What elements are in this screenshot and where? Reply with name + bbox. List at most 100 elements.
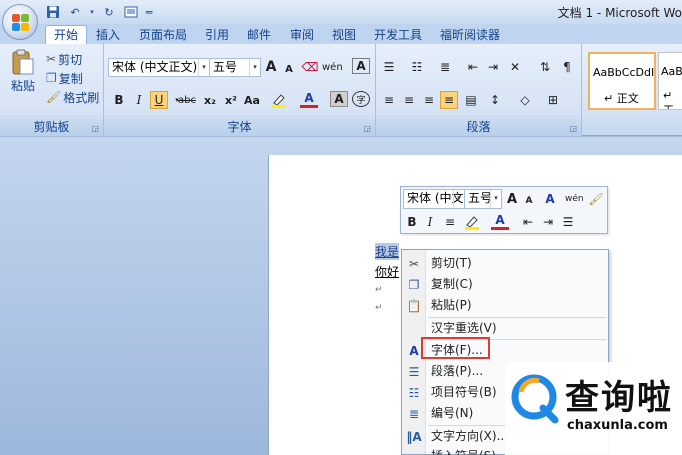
- text-line-2[interactable]: 你好: [375, 263, 399, 280]
- increase-indent-icon[interactable]: ⇥: [484, 58, 502, 76]
- bold-button[interactable]: B: [403, 213, 421, 231]
- distributed-icon[interactable]: ▤: [462, 91, 480, 109]
- multilevel-list-icon[interactable]: ≣: [436, 58, 454, 76]
- tab-page-layout[interactable]: 页面布局: [139, 26, 187, 44]
- borders-icon[interactable]: ⊞: [544, 91, 562, 109]
- chinese-layout-icon[interactable]: ✕: [506, 58, 524, 76]
- menu-item-label: 项目符号(B): [431, 385, 497, 399]
- font-name-combo[interactable]: 宋体 (中文正文) ▾: [108, 58, 210, 77]
- format-painter-button[interactable]: 🖌 格式刷: [46, 88, 99, 106]
- menu-item-paste[interactable]: 📋 粘贴(P): [402, 295, 608, 316]
- italic-button[interactable]: I: [130, 91, 148, 109]
- cut-label: 剪切: [58, 52, 83, 67]
- enclose-char-button[interactable]: 字: [352, 91, 370, 107]
- char-border-button[interactable]: A: [352, 58, 370, 74]
- office-button[interactable]: [2, 4, 38, 40]
- tab-references[interactable]: 引用: [205, 26, 229, 44]
- justify-icon[interactable]: ≡: [440, 91, 458, 109]
- highlight-color-button[interactable]: [270, 91, 288, 109]
- menu-item-copy[interactable]: ❐ 复制(C): [402, 274, 608, 295]
- customize-qat-icon[interactable]: ═: [144, 4, 154, 20]
- decrease-indent-icon[interactable]: ⇤: [519, 213, 537, 231]
- sort-icon[interactable]: ⇅: [536, 58, 554, 76]
- dialog-launcher-icon[interactable]: ◲: [91, 124, 99, 133]
- clear-format-icon[interactable]: ⌫: [301, 58, 319, 76]
- decrease-indent-icon[interactable]: ⇤: [464, 58, 482, 76]
- dialog-launcher-icon[interactable]: ◲: [569, 124, 577, 133]
- office-logo-icon: [12, 14, 30, 32]
- tab-home[interactable]: 开始: [45, 25, 88, 44]
- highlighter-icon: [272, 94, 286, 108]
- underline-button[interactable]: U: [150, 91, 168, 109]
- phonetic-guide-button[interactable]: wén: [565, 190, 584, 208]
- align-right-icon[interactable]: ≡: [420, 91, 438, 109]
- font-color-button[interactable]: A: [300, 90, 318, 108]
- increase-indent-icon[interactable]: ⇥: [539, 213, 557, 231]
- numbering-icon[interactable]: ☷: [408, 58, 426, 76]
- dropdown-arrow-icon[interactable]: ▾: [88, 4, 96, 20]
- char-shading-button[interactable]: A: [330, 91, 348, 107]
- dialog-launcher-icon[interactable]: ◲: [363, 124, 371, 133]
- undo-icon[interactable]: ↶: [66, 4, 84, 20]
- shrink-font-button[interactable]: A: [520, 192, 538, 210]
- tab-review[interactable]: 审阅: [290, 26, 314, 44]
- subscript-button[interactable]: x₂: [201, 91, 219, 109]
- show-marks-icon[interactable]: ¶: [558, 58, 576, 76]
- tab-developer[interactable]: 开发工具: [374, 26, 422, 44]
- highlighter-icon[interactable]: [463, 213, 481, 231]
- font-color-button[interactable]: A: [491, 212, 509, 230]
- style-name: ↵ 正文: [604, 92, 639, 105]
- change-case-button[interactable]: Aa: [243, 91, 261, 109]
- superscript-button[interactable]: x²: [222, 91, 240, 109]
- align-left-icon[interactable]: ≡: [380, 91, 398, 109]
- ribbon-tab-bar: 开始 插入 页面布局 引用 邮件 审阅 视图 开发工具 福昕阅读器: [0, 24, 682, 44]
- mini-size-combo[interactable]: 五号 ▾: [464, 189, 502, 209]
- line-spacing-icon[interactable]: ↕: [486, 91, 504, 109]
- strikethrough-button[interactable]: abc: [178, 91, 196, 109]
- bullets-icon[interactable]: ☰: [559, 213, 577, 231]
- italic-button[interactable]: I: [421, 213, 439, 231]
- center-align-icon[interactable]: ≡: [441, 213, 459, 231]
- paste-icon: [12, 49, 34, 75]
- align-center-icon[interactable]: ≡: [400, 91, 418, 109]
- styles-icon[interactable]: A: [541, 190, 559, 208]
- menu-item-label: 复制(C): [431, 277, 473, 291]
- shading-icon[interactable]: ◇: [516, 91, 534, 109]
- bullets-icon[interactable]: ☰: [380, 58, 398, 76]
- tab-insert[interactable]: 插入: [96, 26, 120, 44]
- menu-item-label: 粘贴(P): [431, 298, 472, 312]
- menu-item-cut[interactable]: ✂ 剪切(T): [402, 253, 608, 274]
- style-normal[interactable]: AaBbCcDdI ↵ 正文: [588, 52, 656, 110]
- grow-font-button[interactable]: A: [503, 190, 521, 208]
- save-icon[interactable]: [44, 4, 62, 20]
- paste-button[interactable]: 粘贴: [6, 48, 40, 100]
- grow-font-button[interactable]: A: [262, 58, 280, 76]
- clipboard-group: 粘贴 ✂ 剪切 ❐ 复制 🖌 格式刷 剪贴板 ◲: [0, 44, 104, 136]
- format-painter-icon[interactable]: 🖌: [587, 190, 605, 208]
- tab-foxit-reader[interactable]: 福昕阅读器: [440, 26, 500, 44]
- menu-item-label: 剪切(T): [431, 256, 472, 270]
- paste-label: 粘贴: [10, 79, 35, 93]
- mini-size-value: 五号: [468, 191, 493, 205]
- bold-button[interactable]: B: [110, 91, 128, 109]
- tab-mailings[interactable]: 邮件: [247, 26, 271, 44]
- copy-button[interactable]: ❐ 复制: [46, 69, 83, 87]
- mini-font-combo[interactable]: 宋体 (中⽂ ▾: [403, 189, 465, 209]
- tab-view[interactable]: 视图: [332, 26, 356, 44]
- style-no-spacing[interactable]: AaBb ↵ 无: [658, 52, 682, 110]
- font-size-combo[interactable]: 五号 ▾: [209, 58, 261, 77]
- paragraph-group-label: 段落: [376, 119, 581, 136]
- cut-button[interactable]: ✂ 剪切: [46, 50, 82, 68]
- phonetic-guide-button[interactable]: wén: [322, 58, 343, 76]
- style-name: ↵ 无: [663, 89, 674, 109]
- menu-item-label: 编号(N): [431, 406, 474, 420]
- shrink-font-button[interactable]: A: [280, 60, 298, 78]
- selected-text[interactable]: 我是: [375, 243, 400, 260]
- redo-icon[interactable]: ↻: [100, 4, 118, 20]
- scissors-icon: ✂: [46, 52, 57, 66]
- menu-item-reconvert[interactable]: 汉字重选(V): [402, 318, 608, 339]
- watermark-url: chaxunla.com: [567, 418, 668, 433]
- print-preview-icon[interactable]: [122, 4, 140, 20]
- window-title: 文档 1 - Microsoft Wo: [557, 6, 682, 20]
- font-name-value: 宋体 (中文正文): [112, 60, 198, 74]
